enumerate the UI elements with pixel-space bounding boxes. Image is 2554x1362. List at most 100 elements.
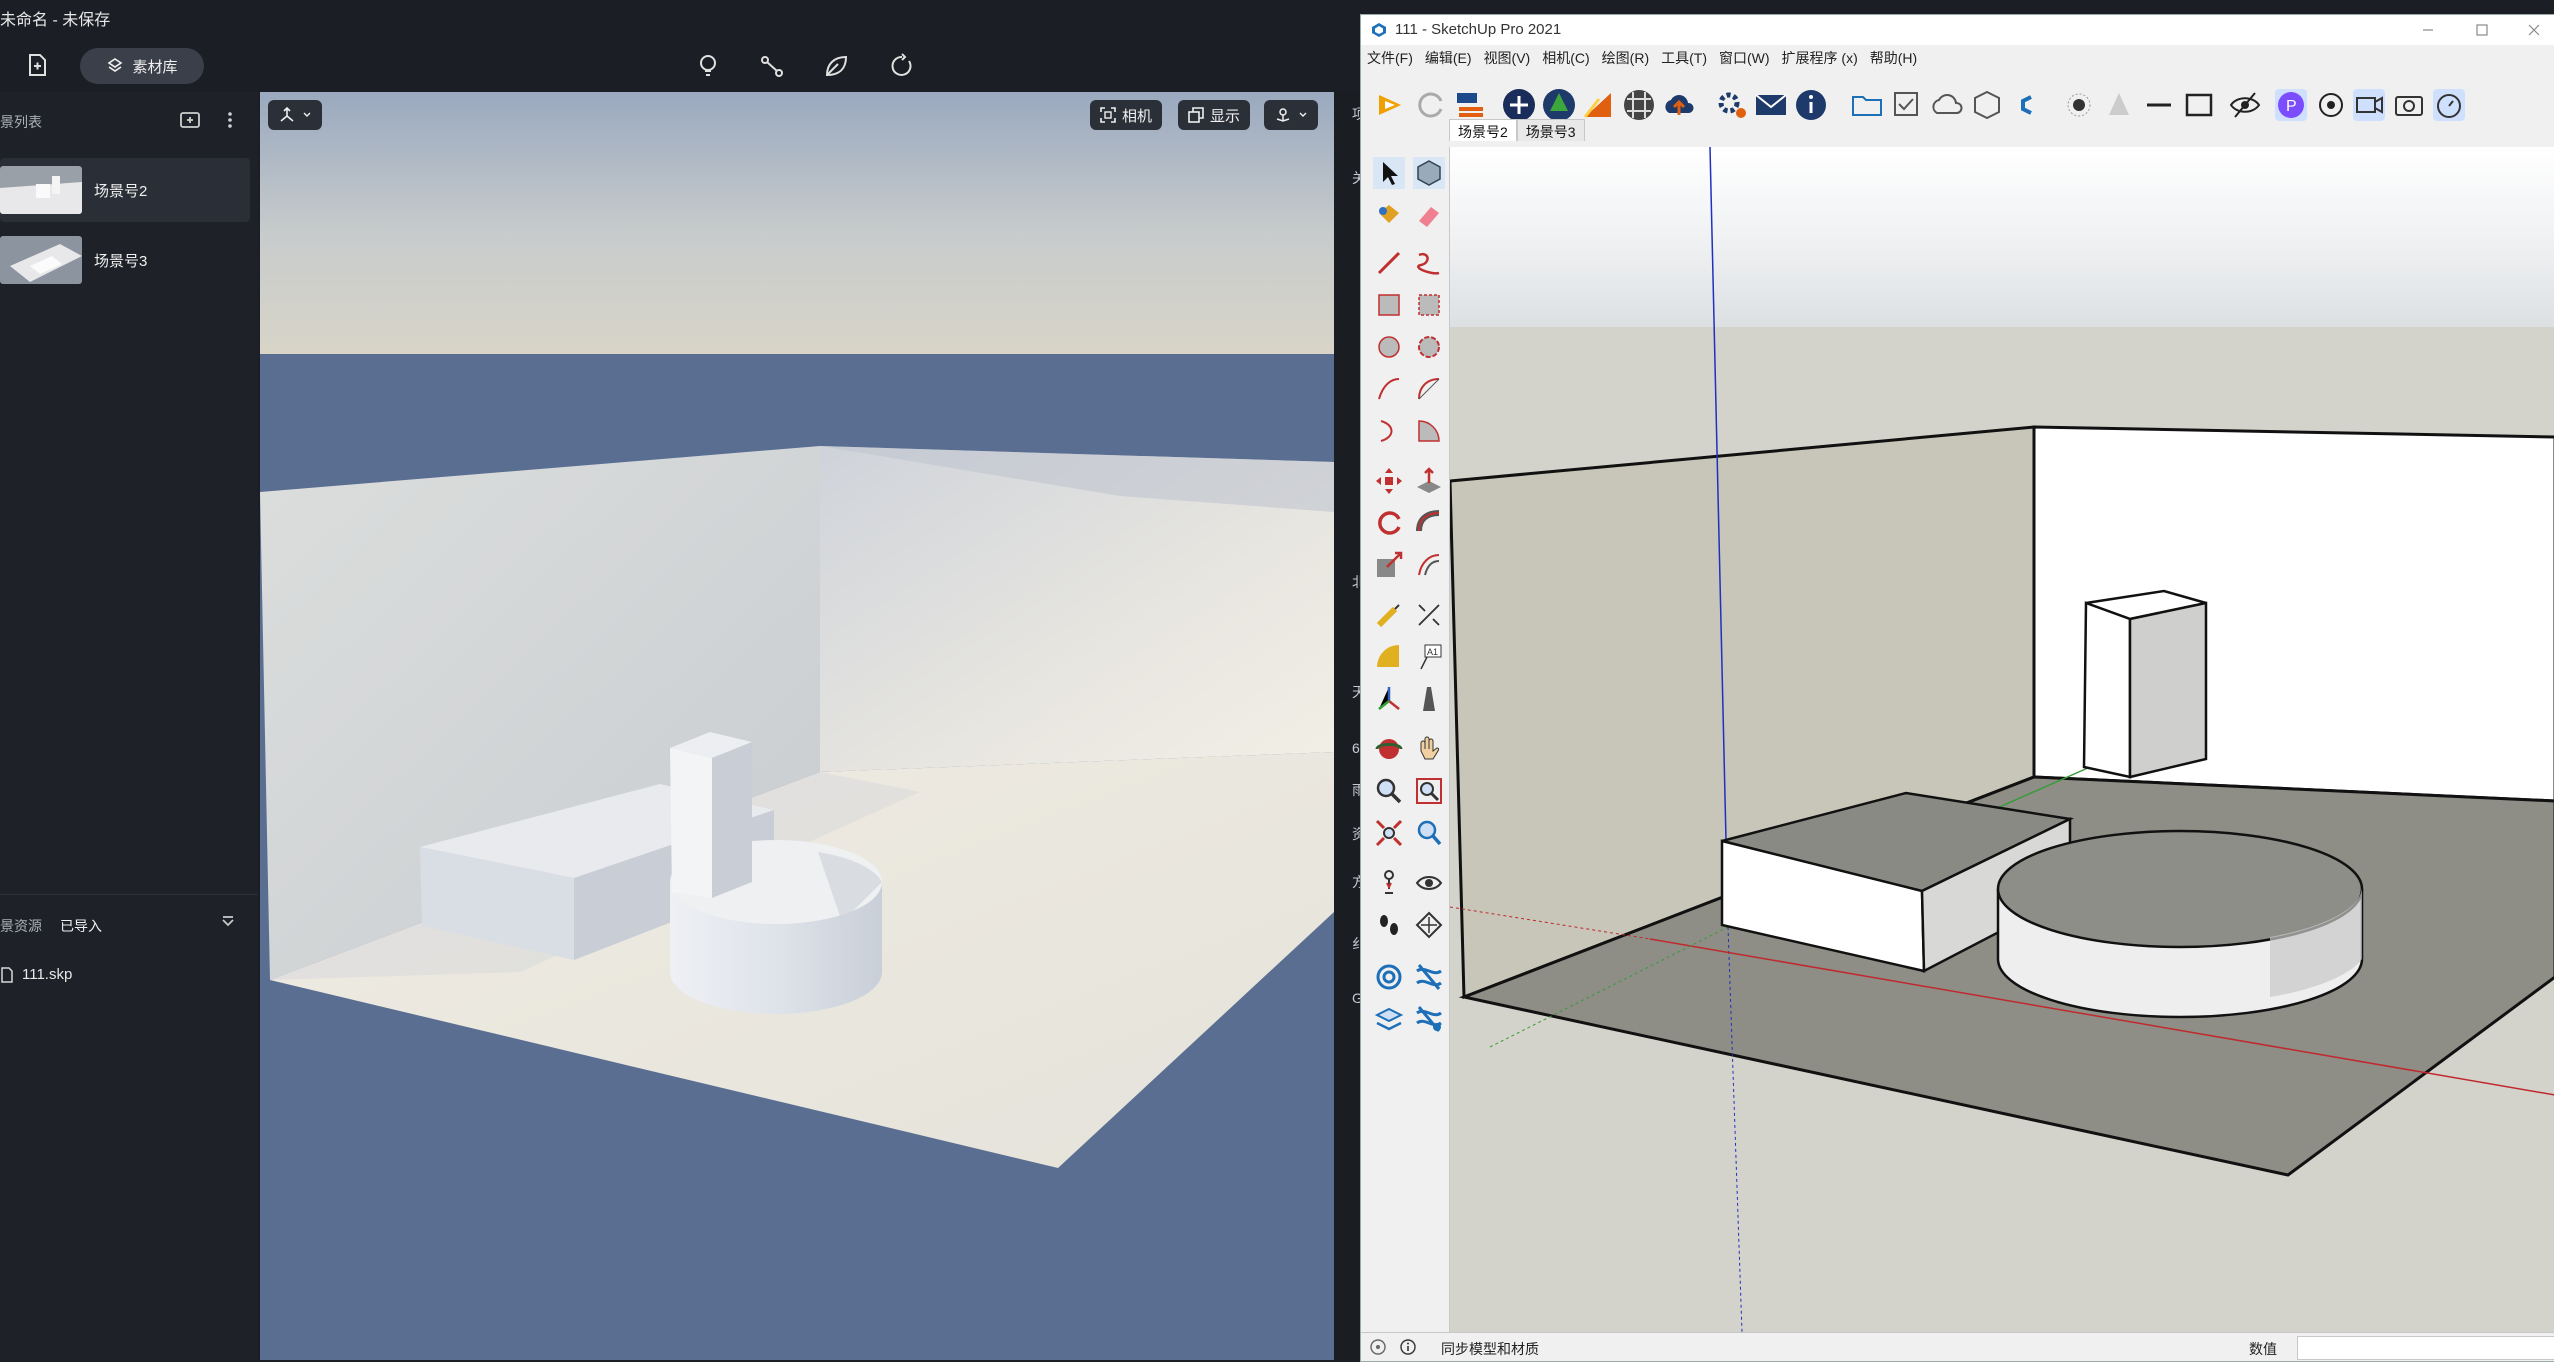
menu-file[interactable]: 文件(F) [1361, 45, 1419, 69]
scene-item[interactable]: 场景号3 [0, 228, 250, 292]
open-folder-icon[interactable] [1849, 87, 1885, 123]
stamp-layers-icon[interactable] [1373, 1003, 1405, 1035]
dimension-icon[interactable] [1413, 599, 1445, 631]
zoom-icon[interactable] [1373, 775, 1405, 807]
timer-icon[interactable] [2431, 87, 2467, 123]
settings-gear-icon[interactable] [1715, 87, 1751, 123]
shadow-sun-icon[interactable] [2061, 87, 2097, 123]
protractor-icon[interactable] [1373, 641, 1405, 673]
sandbox-scratch-icon[interactable] [1413, 961, 1445, 993]
document-sync-icon[interactable] [24, 52, 50, 78]
camera-button[interactable]: 相机 [1090, 100, 1163, 130]
component-icon[interactable] [1413, 157, 1445, 189]
paint-bucket-icon[interactable] [1373, 199, 1405, 231]
scene-item[interactable]: 场景号2 [0, 158, 250, 222]
minimize-icon[interactable] [2421, 23, 2435, 37]
asset-library-button[interactable]: 素材库 [80, 48, 204, 84]
cloud-upload-icon[interactable] [1661, 87, 1697, 123]
cube-icon[interactable] [1969, 87, 2005, 123]
menu-extensions[interactable]: 扩展程序 (x) [1776, 45, 1864, 69]
path-node-icon[interactable] [758, 52, 786, 80]
tab-imported[interactable]: 已导入 [60, 916, 102, 936]
axes-tool-icon[interactable] [1373, 683, 1405, 715]
sync-refresh-icon[interactable] [1413, 87, 1449, 123]
measurements-input[interactable] [2297, 1336, 2554, 1360]
screenshot-camera-icon[interactable] [2391, 87, 2427, 123]
3d-text-icon[interactable] [1413, 683, 1445, 715]
plugin-p-icon[interactable]: P [2273, 87, 2309, 123]
checkbox-icon[interactable] [1889, 87, 1925, 123]
add-scene-icon[interactable] [178, 108, 202, 132]
more-options-icon[interactable] [218, 108, 242, 132]
follow-me-icon[interactable] [1413, 507, 1445, 539]
navigation-mode-button[interactable] [268, 100, 322, 130]
menu-tools[interactable]: 工具(T) [1655, 45, 1713, 69]
position-camera-icon[interactable] [1373, 867, 1405, 899]
imported-file-item[interactable]: 111.skp [0, 966, 72, 983]
pan-hand-icon[interactable] [1413, 733, 1445, 765]
chain-link-icon[interactable] [2009, 87, 2045, 123]
info-status-icon[interactable] [1399, 1338, 1417, 1356]
tab-scene-2[interactable]: 场景号2 [1449, 119, 1517, 141]
menu-camera[interactable]: 相机(C) [1536, 45, 1595, 69]
menu-draw[interactable]: 绘图(R) [1596, 45, 1655, 69]
cloud-icon[interactable] [1929, 87, 1965, 123]
material-fan-icon[interactable] [1581, 87, 1617, 123]
rotated-rectangle-icon[interactable] [1413, 289, 1445, 321]
three-point-arc-icon[interactable] [1373, 415, 1405, 447]
text-tag-icon[interactable]: A1 [1413, 641, 1445, 673]
close-icon[interactable] [2527, 23, 2541, 37]
mail-icon[interactable] [1753, 87, 1789, 123]
scale-tool-icon[interactable] [1373, 549, 1405, 581]
sandbox-contours-icon[interactable] [1373, 961, 1405, 993]
move-tool-icon[interactable] [1373, 465, 1405, 497]
look-around-eye-icon[interactable] [1413, 867, 1445, 899]
geo-location-icon[interactable] [1369, 1338, 1387, 1356]
polygon-tool-icon[interactable] [1413, 331, 1445, 363]
freehand-icon[interactable] [1413, 247, 1445, 279]
pencil-line-icon[interactable] [1373, 247, 1405, 279]
refresh-icon[interactable] [888, 52, 916, 80]
fog-cone-icon[interactable] [2101, 87, 2137, 123]
modeling-viewport[interactable] [1450, 147, 2554, 1332]
arc-tool-icon[interactable] [1373, 373, 1405, 405]
hide-eye-icon[interactable] [2227, 87, 2263, 123]
push-pull-icon[interactable] [1413, 465, 1445, 497]
drape-icon[interactable] [1413, 1003, 1445, 1035]
zoom-extents-icon[interactable] [1373, 817, 1405, 849]
tab-scene-3[interactable]: 场景号3 [1516, 119, 1585, 141]
leaf-icon[interactable] [822, 52, 850, 80]
tab-scene-resources[interactable]: 景资源 [0, 916, 42, 936]
line-icon[interactable] [2141, 87, 2177, 123]
section-plane-icon[interactable] [1413, 909, 1445, 941]
video-camera-icon[interactable] [2351, 87, 2387, 123]
walk-footprints-icon[interactable] [1373, 909, 1405, 941]
rotate-tool-icon[interactable] [1373, 507, 1405, 539]
orbit-tool-icon[interactable] [1373, 733, 1405, 765]
menu-edit[interactable]: 编辑(E) [1419, 45, 1478, 69]
eraser-icon[interactable] [1413, 199, 1445, 231]
menu-help[interactable]: 帮助(H) [1864, 45, 1923, 69]
offset-tool-icon[interactable] [1413, 549, 1445, 581]
checker-sphere-icon[interactable] [1621, 87, 1657, 123]
pie-tool-icon[interactable] [1413, 415, 1445, 447]
gizmo-options-button[interactable] [1264, 100, 1318, 130]
tape-measure-icon[interactable] [1373, 599, 1405, 631]
previous-view-icon[interactable] [1413, 817, 1445, 849]
maximize-icon[interactable] [2475, 23, 2489, 37]
display-button[interactable]: 显示 [1178, 100, 1251, 130]
chevron-down-icon[interactable] [220, 914, 236, 930]
rectangle-tool-icon[interactable] [1373, 289, 1405, 321]
tree-icon[interactable] [1541, 87, 1577, 123]
info-icon[interactable] [1793, 87, 1829, 123]
select-arrow-icon[interactable] [1373, 157, 1405, 189]
add-circle-icon[interactable] [1501, 87, 1537, 123]
render-viewport[interactable] [260, 92, 1334, 1360]
enscape-logo-icon[interactable] [1373, 87, 1409, 123]
rectangle-icon[interactable] [2181, 87, 2217, 123]
menu-view[interactable]: 视图(V) [1478, 45, 1537, 69]
two-point-arc-icon[interactable] [1413, 373, 1445, 405]
zoom-window-icon[interactable] [1413, 775, 1445, 807]
menu-window[interactable]: 窗口(W) [1713, 45, 1776, 69]
circle-tool-icon[interactable] [1373, 331, 1405, 363]
